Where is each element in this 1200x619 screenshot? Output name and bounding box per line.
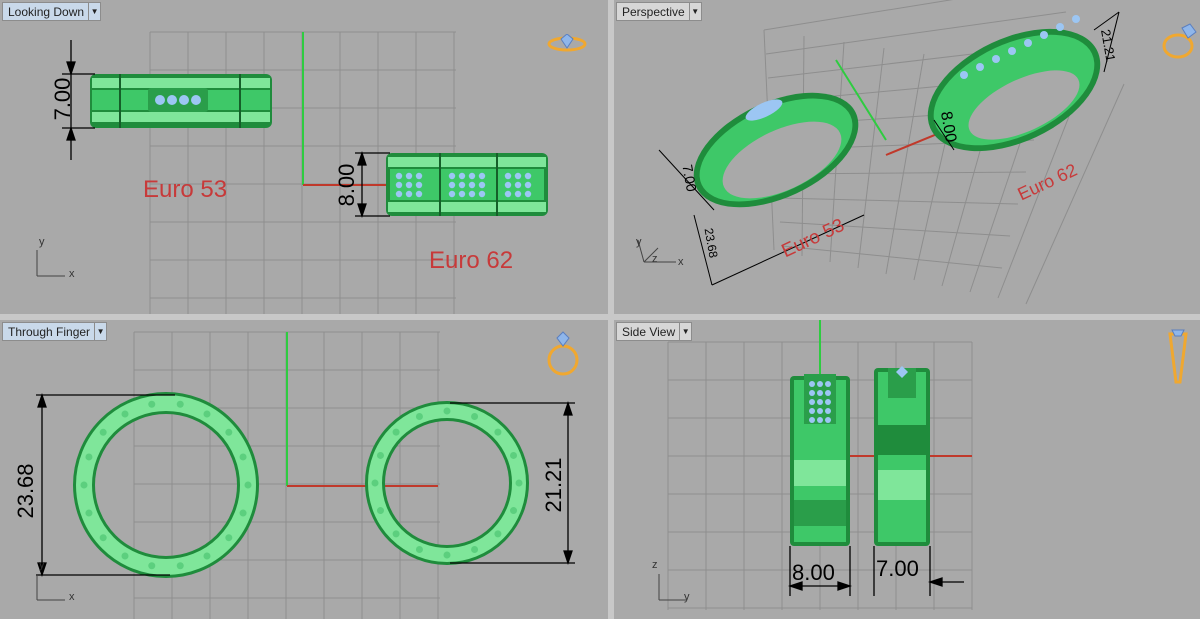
dimension-label-8: 8.00 (792, 560, 835, 585)
chevron-down-icon[interactable]: ▼ (679, 323, 691, 340)
viewport-title: Side View (622, 324, 676, 339)
viewport-tab-side-view[interactable]: Side View ▼ (616, 322, 693, 341)
ring-euro-62-top[interactable] (386, 153, 548, 216)
viewport-perspective[interactable]: Perspective ▼ Euro 53 Euro 62 23.68 7.00… (614, 0, 1200, 314)
viewport-through-finger-canvas[interactable] (0, 320, 608, 619)
chevron-down-icon[interactable]: ▼ (94, 323, 106, 340)
viewport-splitter-vertical[interactable] (608, 0, 614, 619)
axis-label-z: z (652, 559, 658, 571)
ring-euro-53-front[interactable] (73, 392, 259, 578)
viewport-title: Perspective (622, 4, 685, 19)
ring-side-icon[interactable] (1166, 328, 1190, 386)
axis-label-x: x (678, 256, 684, 268)
dimension-label-8: 8.00 (334, 163, 359, 207)
axis-label-y: y (636, 236, 642, 248)
ring-euro-62-front[interactable] (365, 401, 529, 565)
axis-gizmo (36, 574, 65, 601)
axis-label-y: y (684, 591, 690, 603)
viewport-splitter-horizontal[interactable] (0, 314, 1200, 320)
viewport-tab-through-finger[interactable]: Through Finger ▼ (2, 322, 108, 341)
dimension-label-7: 7.00 (50, 77, 75, 121)
ring-top-icon[interactable] (546, 34, 588, 54)
axis-gizmo (658, 574, 686, 601)
ring-euro-53-side[interactable] (874, 366, 930, 546)
viewport-through-finger[interactable]: Through Finger ▼ 23.68 21.21 y x (0, 320, 608, 619)
chevron-down-icon[interactable]: ▼ (688, 3, 701, 20)
dimension-label-7: 7.00 (876, 556, 919, 581)
viewport-tab-looking-down[interactable]: Looking Down ▼ (2, 2, 102, 21)
viewport-title: Looking Down (8, 4, 85, 19)
ring-euro-53-perspective[interactable] (676, 69, 876, 230)
ring-front-icon[interactable] (546, 328, 580, 380)
label-euro-53: Euro 53 (143, 176, 228, 203)
dimension-label-23-68: 23.68 (13, 463, 38, 519)
viewport-side-view[interactable]: Side View ▼ 8.00 7.00 z y (614, 320, 1200, 619)
ring-euro-53-top[interactable] (90, 74, 272, 128)
viewport-title: Through Finger (8, 324, 91, 339)
chevron-down-icon[interactable]: ▼ (88, 3, 100, 20)
axis-label-x: x (69, 268, 75, 280)
label-euro-62: Euro 62 (429, 247, 514, 274)
ring-euro-62-side[interactable] (790, 374, 850, 546)
axis-label-x: x (69, 591, 75, 603)
viewport-tab-perspective[interactable]: Perspective ▼ (616, 2, 702, 21)
axis-label-y: y (39, 236, 45, 248)
axis-label-y: y (39, 559, 45, 571)
axis-label-z: z (652, 253, 658, 265)
ring-perspective-icon[interactable] (1160, 22, 1200, 62)
axis-gizmo (36, 250, 65, 277)
viewport-looking-down[interactable]: Looking Down ▼ 7.00 8.00 Euro 53 Euro 62… (0, 0, 608, 314)
dimension-label-21-21: 21.21 (541, 457, 566, 513)
viewport-looking-down-canvas[interactable] (0, 0, 608, 314)
